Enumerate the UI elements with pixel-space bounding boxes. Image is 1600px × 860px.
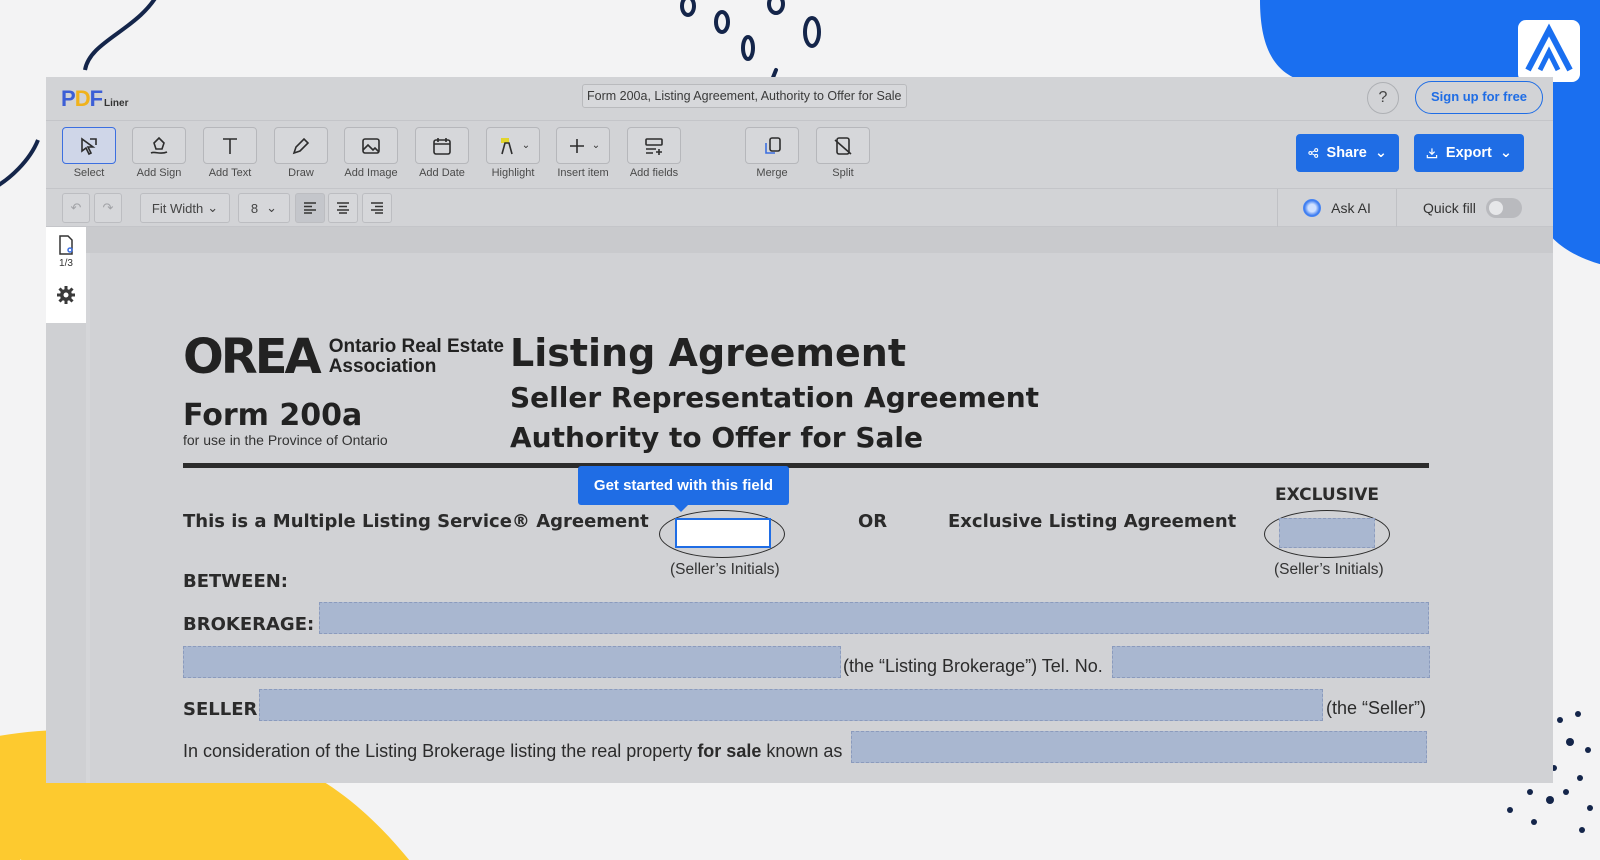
exclusive-agreement-label: Exclusive Listing Agreement (948, 511, 1237, 532)
get-started-tooltip[interactable]: Get started with this field (578, 466, 789, 512)
mls-agreement-label: This is a Multiple Listing Service® Agre… (183, 511, 649, 532)
help-button[interactable]: ? (1367, 82, 1399, 114)
exclusive-initials-caption: (Seller’s Initials) (1274, 561, 1384, 578)
orea-mark: OREA (183, 329, 322, 385)
align-left-icon (304, 202, 316, 214)
exclusive-heading: EXCLUSIVE (1275, 485, 1379, 505)
gear-icon (57, 286, 75, 304)
tool-highlight[interactable]: ⌄ Highlight (486, 127, 540, 179)
share-icon (1308, 148, 1319, 158)
align-right-icon (371, 202, 383, 214)
undo-button[interactable]: ↶ (62, 193, 90, 223)
brokerage-address-field[interactable] (183, 646, 841, 678)
mls-initials-caption: (Seller’s Initials) (670, 561, 780, 578)
decorative-dots (680, 0, 821, 82)
orea-name: Ontario Real Estate Association (328, 336, 504, 377)
tool-draw[interactable]: Draw (274, 127, 328, 179)
seller-label: SELLER: (183, 699, 265, 720)
tool-merge[interactable]: Merge (745, 127, 799, 179)
pdfliner-logo[interactable]: P D F Liner (61, 86, 128, 112)
tool-add-fields[interactable]: Add fields (627, 127, 681, 179)
form-subtitle: for use in the Province of Ontario (183, 432, 388, 448)
document-title-field[interactable]: Form 200a, Listing Agreement, Authority … (582, 84, 907, 108)
image-icon (362, 137, 380, 154)
tool-add-date[interactable]: Add Date (415, 127, 469, 179)
pen-icon (292, 137, 310, 154)
tool-add-text[interactable]: Add Text (203, 127, 257, 179)
quick-fill-toggle[interactable] (1485, 198, 1522, 218)
cursor-icon (81, 136, 97, 155)
align-center-icon (337, 202, 349, 214)
export-button[interactable]: Export ⌄ (1414, 134, 1524, 172)
document-content: OREA Ontario Real Estate Association For… (183, 253, 1433, 783)
pdf-editor-window: P D F Liner Form 200a, Listing Agreement, A… (46, 77, 1553, 783)
sign-up-button[interactable]: Sign up for free (1415, 81, 1543, 114)
document-subtitle-1: Seller Representation Agreement (510, 381, 1040, 414)
form-fields-icon (645, 137, 663, 155)
split-icon (834, 136, 852, 155)
align-left-button[interactable] (295, 193, 325, 223)
merge-icon (765, 136, 781, 154)
tool-add-sign[interactable]: Add Sign (132, 127, 186, 179)
settings-button[interactable] (46, 285, 86, 310)
brokerage-label: BROKERAGE: (183, 614, 315, 635)
seller-name-field[interactable] (259, 689, 1323, 721)
top-bar: P D F Liner Form 200a, Listing Agreement, A… (46, 77, 1553, 121)
tool-select[interactable]: Select (62, 127, 116, 179)
property-address-field[interactable] (851, 731, 1427, 763)
zoom-select[interactable]: Fit Width ⌄ (140, 193, 230, 223)
exclusive-sellers-initials-field[interactable] (1279, 518, 1375, 548)
text-t-icon (223, 137, 237, 154)
page-indicator: 1/3 (59, 258, 73, 269)
redo-button[interactable]: ↷ (94, 193, 122, 223)
header-divider (183, 463, 1429, 468)
highlighter-icon (500, 137, 513, 154)
download-icon (1426, 148, 1438, 159)
tool-bar: Select Add Sign Add Text Draw Add Image … (46, 121, 1553, 189)
consideration-text: In consideration of the Listing Brokerag… (183, 741, 843, 761)
the-seller-text: (the “Seller”) (1326, 698, 1427, 718)
quick-fill: Quick fill (1423, 189, 1522, 227)
document-subtitle-2: Authority to Offer for Sale (510, 421, 923, 454)
pdf-page: OREA Ontario Real Estate Association For… (90, 253, 1553, 783)
mls-sellers-initials-field[interactable] (675, 518, 771, 548)
orea-logo: OREA Ontario Real Estate Association (183, 333, 504, 381)
tool-insert-item[interactable]: ⌄ Insert item (556, 127, 610, 179)
side-panel: 1/3 (46, 227, 86, 783)
listing-brokerage-text: (the “Listing Brokerage”) Tel. No. (843, 656, 1103, 676)
undo-icon: ↶ (70, 200, 82, 215)
form-number: Form 200a (183, 398, 363, 433)
pages-thumbnail-button[interactable]: 1/3 (46, 235, 86, 269)
page-icon (59, 235, 73, 255)
calendar-icon (433, 137, 451, 155)
brokerage-phone-field[interactable] (1112, 646, 1430, 678)
brand-badge-icon (1518, 20, 1580, 82)
brokerage-name-field[interactable] (319, 602, 1429, 634)
signature-pen-icon (150, 136, 168, 154)
font-size-select[interactable]: 8 ⌄ (238, 193, 290, 223)
ai-orb-icon (1303, 199, 1322, 217)
redo-icon: ↷ (102, 200, 114, 215)
tool-add-image[interactable]: Add Image (344, 127, 398, 179)
align-right-button[interactable] (362, 193, 392, 223)
plus-icon (569, 138, 584, 153)
canvas-top-strip (86, 227, 1553, 253)
chevron-down-icon: ⌄ (266, 200, 278, 215)
tool-split[interactable]: Split (816, 127, 870, 179)
format-bar: ↶ ↷ Fit Width ⌄ 8 ⌄ Ask AI Quick fill (46, 189, 1553, 227)
between-label: BETWEEN: (183, 571, 289, 592)
or-label: OR (858, 511, 888, 532)
align-center-button[interactable] (328, 193, 358, 223)
ask-ai-button[interactable]: Ask AI (1277, 189, 1397, 227)
chevron-down-icon: ⌄ (1374, 145, 1387, 161)
share-button[interactable]: Share ⌄ (1296, 134, 1399, 172)
chevron-down-icon: ⌄ (1499, 145, 1512, 161)
document-title: Listing Agreement (510, 331, 907, 375)
chevron-down-icon: ⌄ (207, 200, 219, 215)
side-panel-card: 1/3 (46, 227, 86, 323)
